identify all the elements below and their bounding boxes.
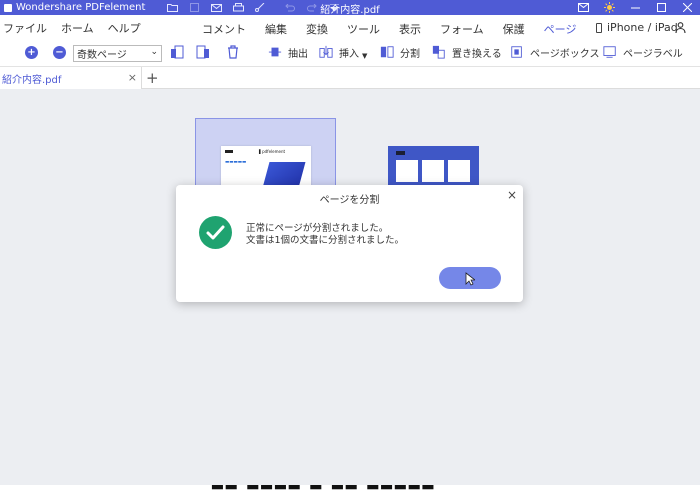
tab-comment[interactable]: コメント xyxy=(202,21,246,37)
minimize-icon[interactable] xyxy=(622,0,648,15)
user-account-icon[interactable] xyxy=(675,22,686,33)
pdfelement-logo: ▌pdfelement xyxy=(259,149,286,154)
dialog-close-icon[interactable]: × xyxy=(507,188,517,202)
redo-icon[interactable] xyxy=(301,0,323,15)
app-name: Wondershare PDFelement xyxy=(16,2,146,13)
page-thumbnail-2[interactable] xyxy=(388,146,479,188)
zoom-out-button[interactable]: − xyxy=(53,46,66,59)
title-bar: Wondershare PDFelement 紹介内容.pdf xyxy=(0,0,700,16)
menu-bar: ファイル ホーム ヘルプ コメント 編集 変換 ツール 表示 フォーム 保護 ペ… xyxy=(0,15,700,43)
tab-view[interactable]: 表示 xyxy=(399,21,421,37)
page-card xyxy=(448,160,470,182)
page-label-icon xyxy=(603,46,616,58)
extract-label: 抽出 xyxy=(288,48,308,60)
mouse-cursor-icon xyxy=(465,272,475,286)
extract-button[interactable]: 抽出 xyxy=(268,44,308,60)
theme-sun-icon[interactable] xyxy=(596,0,622,15)
split-label: 分割 xyxy=(400,48,420,60)
save-icon[interactable] xyxy=(183,0,205,15)
page-thumbnail-1[interactable]: ▌pdfelement ▬▬▬▬▬ xyxy=(195,118,336,206)
page-header-bar xyxy=(396,151,405,155)
document-tab-bar: 紹介内容.pdf × + xyxy=(0,67,700,89)
dialog-message: 正常にページが分割されました。 文書は1個の文書に分割されました。 xyxy=(246,223,404,247)
success-check-icon xyxy=(199,216,232,249)
replace-icon xyxy=(432,45,445,59)
tab-page[interactable]: ページ xyxy=(541,21,579,43)
page-content-edge: ▀▀ ▀▀▀▀ ▀ ▀▀ ▀▀▀▀▀ xyxy=(0,485,700,492)
plus-icon: + xyxy=(25,46,38,59)
cut-off-text-graphic: ▀▀ ▀▀▀▀ ▀ ▀▀ ▀▀▀▀▀ xyxy=(212,485,436,492)
device-link[interactable]: iPhone / iPad xyxy=(596,21,678,34)
replace-label: 置き換える xyxy=(452,48,502,60)
document-tab-label: 紹介内容.pdf xyxy=(2,74,62,86)
split-button[interactable]: 分割 xyxy=(380,44,420,60)
tab-edit[interactable]: 編集 xyxy=(265,21,287,37)
tab-protect[interactable]: 保護 xyxy=(503,21,525,37)
rotate-right-button[interactable] xyxy=(196,44,216,60)
device-label: iPhone / iPad xyxy=(607,21,678,34)
page-label-label: ページラベル xyxy=(623,48,683,60)
page-heading-graphic: ▬▬▬▬▬ xyxy=(225,160,247,165)
maximize-icon[interactable] xyxy=(648,0,674,15)
close-window-icon[interactable] xyxy=(674,0,700,15)
menu-help[interactable]: ヘルプ xyxy=(108,20,141,36)
add-tab-icon[interactable]: + xyxy=(146,69,159,87)
app-logo-icon xyxy=(4,3,12,12)
tab-tools[interactable]: ツール xyxy=(347,21,380,37)
insert-dropdown-icon[interactable]: ▼ xyxy=(362,52,367,60)
tab-close-icon[interactable]: × xyxy=(128,71,137,84)
rotate-left-button[interactable] xyxy=(170,44,190,60)
phone-icon xyxy=(596,22,602,33)
page-toolbar: + − 奇数ページ ⌄ 抽出 挿入 ▼ 分割 置き換える ページボックス ページ… xyxy=(0,40,700,67)
dialog-message-line1: 正常にページが分割されました。 xyxy=(246,223,389,234)
menu-file[interactable]: ファイル xyxy=(3,20,47,36)
page-label-button[interactable]: ページラベル xyxy=(603,44,683,60)
quick-access-dropdown-icon[interactable] xyxy=(323,0,345,15)
page-card xyxy=(396,160,418,182)
page-range-value: 奇数ページ xyxy=(77,50,127,61)
folder-icon[interactable] xyxy=(161,0,183,15)
undo-icon[interactable] xyxy=(279,0,301,15)
split-icon xyxy=(380,46,394,58)
cut-icon[interactable] xyxy=(249,0,271,15)
page-box-icon xyxy=(511,46,522,58)
rotate-left-icon xyxy=(171,45,184,59)
replace-button[interactable]: 置き換える xyxy=(432,44,502,60)
rotate-right-icon xyxy=(196,45,209,59)
extract-icon xyxy=(268,47,282,57)
mail-icon[interactable] xyxy=(205,0,227,15)
page-box-button[interactable]: ページボックス xyxy=(510,44,600,60)
insert-label: 挿入 xyxy=(339,48,359,60)
page-card xyxy=(422,160,444,182)
zoom-in-button[interactable]: + xyxy=(25,46,38,59)
page-range-select[interactable]: 奇数ページ ⌄ xyxy=(73,45,162,62)
tab-form[interactable]: フォーム xyxy=(440,21,484,37)
mail-notify-icon[interactable] xyxy=(570,0,596,15)
dialog-title: ページを分割 xyxy=(319,195,380,206)
document-tab[interactable]: 紹介内容.pdf × xyxy=(0,67,142,89)
insert-icon xyxy=(319,45,333,58)
tab-convert[interactable]: 変換 xyxy=(306,21,328,37)
dialog-message-line2: 文書は1個の文書に分割されました。 xyxy=(246,235,405,246)
split-complete-dialog: ページを分割 × 正常にページが分割されました。 文書は1個の文書に分割されまし… xyxy=(176,185,523,302)
page-header-bar xyxy=(225,150,233,153)
insert-button[interactable]: 挿入 ▼ xyxy=(319,44,367,60)
page-box-label: ページボックス xyxy=(530,48,600,60)
minus-icon: − xyxy=(53,46,66,59)
print-icon[interactable] xyxy=(227,0,249,15)
chevron-down-icon: ⌄ xyxy=(150,47,158,57)
trash-icon xyxy=(228,45,238,59)
delete-page-button[interactable] xyxy=(226,44,246,60)
menu-home[interactable]: ホーム xyxy=(61,20,94,36)
ok-button[interactable] xyxy=(439,267,501,289)
